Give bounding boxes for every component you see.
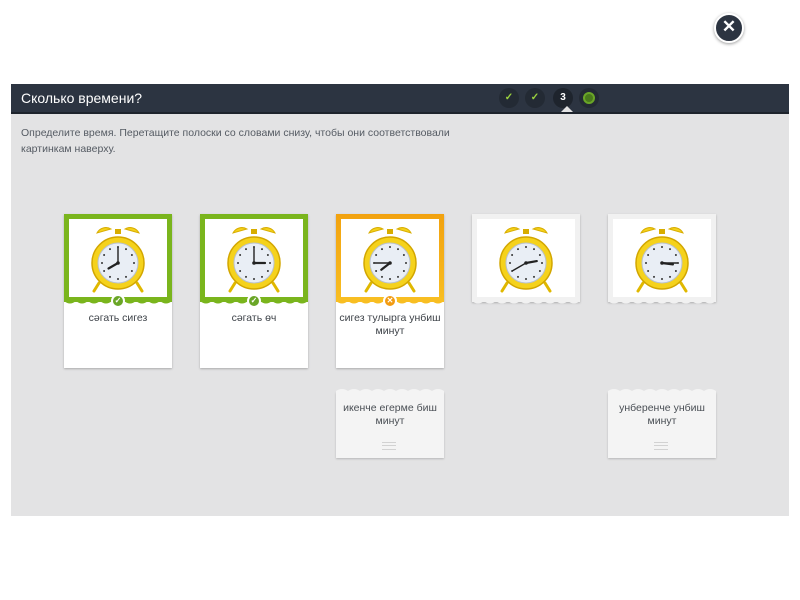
clock-image: [69, 219, 167, 297]
wave-edge: [336, 389, 444, 394]
wave-edge: [472, 297, 580, 304]
alarm-clock-icon: [499, 227, 553, 293]
card-answer-label: сәгать сигез: [88, 312, 148, 324]
card-image-frame: [336, 214, 444, 302]
header-bar: Сколько времени? ✓ ✓ 3: [11, 84, 789, 114]
strip-label: икенче егерме биш минут: [343, 402, 437, 427]
alarm-clock-icon: [227, 227, 281, 293]
alarm-clock-icon: [363, 227, 417, 293]
drag-handle-icon[interactable]: [654, 442, 668, 450]
wrong-badge: ✕: [383, 294, 397, 308]
card-answer-label: сәгать өч: [231, 312, 277, 324]
step-1[interactable]: ✓: [499, 88, 519, 108]
clock-card-4[interactable]: [472, 214, 580, 304]
check-icon: ✓: [113, 296, 123, 306]
answer-strip-1[interactable]: икенче егерме биш минут: [336, 389, 444, 458]
correct-badge: ✓: [111, 294, 125, 308]
clock-image: [613, 219, 711, 297]
clock-image: [341, 219, 439, 297]
close-icon: ✕: [721, 17, 737, 36]
current-step-pointer: [561, 106, 573, 112]
alarm-clock-icon: [91, 227, 145, 293]
exercise-panel: Сколько времени? ✓ ✓ 3 Определите время.…: [11, 84, 789, 516]
clock-card-1[interactable]: ✓ сәгать сигез: [64, 214, 172, 368]
clock-card-3[interactable]: ✕ сигез тулырга унбиш минут: [336, 214, 444, 368]
clock-image: [205, 219, 303, 297]
step-dot-icon: [583, 92, 595, 104]
wave-edge: [608, 389, 716, 394]
exercise-title: Сколько времени?: [21, 90, 143, 106]
close-button[interactable]: ✕: [714, 13, 744, 43]
instruction-text: Определите время. Перетащите полоски со …: [21, 127, 450, 155]
check-icon: ✓: [249, 296, 259, 306]
step-3-current[interactable]: 3: [553, 88, 573, 108]
cross-icon: ✕: [385, 296, 395, 306]
card-image-frame: [200, 214, 308, 302]
alarm-clock-icon: [635, 227, 689, 293]
step-4[interactable]: [579, 88, 599, 108]
card-answer-label: сигез тулырга унбиш минут: [339, 312, 441, 337]
drag-handle-icon[interactable]: [382, 442, 396, 450]
step-2[interactable]: ✓: [525, 88, 545, 108]
clock-image: [477, 219, 575, 297]
correct-badge: ✓: [247, 294, 261, 308]
strip-label: унберенче унбиш минут: [619, 402, 705, 427]
wave-edge: [608, 297, 716, 304]
card-image-frame: [472, 214, 580, 302]
card-image-frame: [64, 214, 172, 302]
clock-card-5[interactable]: [608, 214, 716, 304]
answer-strip-2[interactable]: унберенче унбиш минут: [608, 389, 716, 458]
card-image-frame: [608, 214, 716, 302]
clock-card-2[interactable]: ✓ сәгать өч: [200, 214, 308, 368]
